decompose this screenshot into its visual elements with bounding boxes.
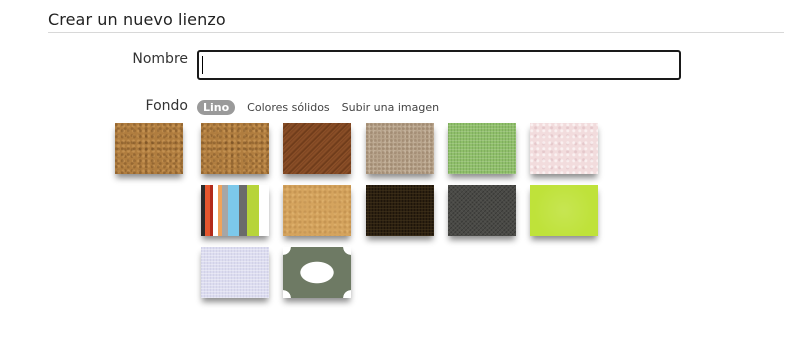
texture-swatch-lavender[interactable] [201,247,269,298]
texture-swatch-cork[interactable] [201,123,269,174]
name-label: Nombre [132,51,188,67]
tab-upload-image[interactable]: Subir una imagen [342,101,439,114]
texture-swatch-kraft[interactable] [283,185,351,236]
tab-solid-colors[interactable]: Colores sólidos [247,101,330,114]
texture-swatch-pink-paper[interactable] [530,123,598,174]
texture-swatch-quatrefoil-pattern[interactable] [283,247,351,298]
tab-lino[interactable]: Lino [197,99,236,115]
name-input[interactable] [197,50,681,80]
selected-background-preview [115,123,183,174]
texture-swatch-green-fabric[interactable] [448,123,516,174]
texture-swatch-multicolor-stripes[interactable] [201,185,269,236]
text-caret [202,56,203,74]
texture-swatch-wood-diagonal[interactable] [283,123,351,174]
background-label: Fondo [145,98,188,114]
page-title: Crear un nuevo lienzo [48,10,226,29]
background-tabs: Lino Colores sólidos Subir una imagen [197,99,451,115]
title-divider [48,32,784,33]
texture-swatch-lime[interactable] [530,185,598,236]
texture-swatch-dark-brown[interactable] [366,185,434,236]
texture-swatch-sand[interactable] [366,123,434,174]
texture-swatch-dark-gray[interactable] [448,185,516,236]
